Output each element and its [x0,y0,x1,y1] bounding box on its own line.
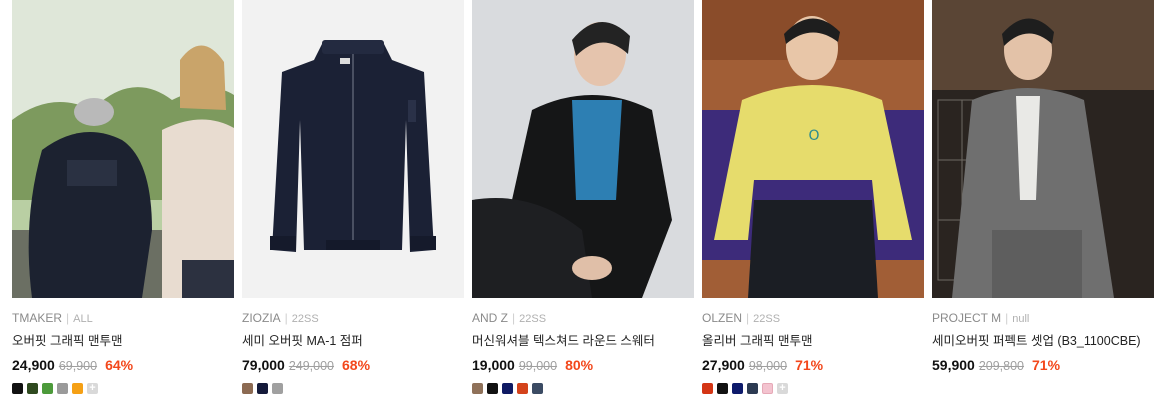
product-card[interactable]: TMAKER | ALL 오버핏 그래픽 맨투맨 24,900 69,900 64% + [12,0,234,412]
color-swatches [472,383,694,394]
brand-name[interactable]: ZIOZIA [242,311,281,325]
sale-price: 24,900 [12,357,55,373]
product-card[interactable]: PROJECT M | null 세미오버핏 퍼펙트 셋업 (B3_1100CBE)… [932,0,1154,412]
original-price: 98,000 [748,359,788,373]
brand-name[interactable]: PROJECT M [932,311,1001,325]
photo-model-gray-suit-icon [932,0,1154,298]
product-image[interactable]: O [702,0,924,298]
color-swatch[interactable] [27,383,38,394]
product-name[interactable]: 세미오버핏 퍼펙트 셋업 (B3_1100CBE) [932,334,1154,349]
color-swatch[interactable] [532,383,543,394]
product-image[interactable] [242,0,464,298]
color-swatches [242,383,464,394]
separator: | [746,311,750,325]
color-swatch[interactable] [517,383,528,394]
discount-rate: 80% [565,357,594,373]
color-swatch[interactable] [257,383,268,394]
color-swatch[interactable] [472,383,483,394]
separator: | [284,311,288,325]
more-colors-icon[interactable]: + [777,383,788,394]
brand-line: OLZEN | 22SS [702,311,924,326]
product-card[interactable]: O OLZEN | 22SS 올리버 그래픽 맨투맨 27,900 98,000 71%… [702,0,924,412]
product-card[interactable]: ZIOZIA | 22SS 세미 오버핏 MA-1 점퍼 79,000 249,000… [242,0,464,412]
season-tag: ALL [73,313,93,325]
color-swatch[interactable] [702,383,713,394]
sale-price: 79,000 [242,357,285,373]
sale-price: 27,900 [702,357,745,373]
discount-rate: 71% [795,357,824,373]
brand-line: TMAKER | ALL [12,311,234,326]
price-line: 79,000 249,000 68% [242,357,464,374]
brand-name[interactable]: OLZEN [702,311,742,325]
product-card[interactable]: AND Z | 22SS 머신워셔블 텍스쳐드 라운드 스웨터 19,000 99,0… [472,0,694,412]
color-swatch[interactable] [502,383,513,394]
brand-line: PROJECT M | null [932,311,1154,326]
brand-line: AND Z | 22SS [472,311,694,326]
color-swatch[interactable] [732,383,743,394]
product-grid: TMAKER | ALL 오버핏 그래픽 맨투맨 24,900 69,900 64% + [0,0,1161,412]
original-price: 69,900 [58,359,98,373]
product-name[interactable]: 세미 오버핏 MA-1 점퍼 [242,334,464,349]
color-swatch[interactable] [42,383,53,394]
photo-navy-ma1-jacket-icon [242,0,464,298]
season-tag: 22SS [519,313,547,325]
color-swatch[interactable] [717,383,728,394]
photo-model-black-leather-jacket-icon [472,0,694,298]
season-tag: 22SS [291,313,319,325]
color-swatch[interactable] [487,383,498,394]
original-price: 99,000 [518,359,558,373]
price-line: 24,900 69,900 64% [12,357,234,374]
sale-price: 59,900 [932,357,975,373]
color-swatch[interactable] [272,383,283,394]
color-swatch[interactable] [72,383,83,394]
original-price: 249,000 [288,359,335,373]
photo-model-yellow-sweatshirt-icon: O [702,0,924,298]
original-price: 209,800 [978,359,1025,373]
season-tag: 22SS [753,313,781,325]
svg-text:O: O [808,128,819,144]
photo-two-models-sweatshirts-icon [12,0,234,298]
color-swatches: + [12,383,234,394]
brand-name[interactable]: TMAKER [12,311,62,325]
discount-rate: 64% [105,357,134,373]
color-swatch[interactable] [12,383,23,394]
price-line: 59,900 209,800 71% [932,357,1154,374]
product-name[interactable]: 머신워셔블 텍스쳐드 라운드 스웨터 [472,334,694,349]
brand-name[interactable]: AND Z [472,311,508,325]
product-image[interactable] [932,0,1154,298]
price-line: 19,000 99,000 80% [472,357,694,374]
discount-rate: 68% [342,357,371,373]
color-swatch[interactable] [242,383,253,394]
sale-price: 19,000 [472,357,515,373]
more-colors-icon[interactable]: + [87,383,98,394]
separator: | [512,311,516,325]
product-image[interactable] [12,0,234,298]
price-line: 27,900 98,000 71% [702,357,924,374]
product-image[interactable] [472,0,694,298]
color-swatches: + [702,383,924,394]
season-tag: null [1012,313,1030,325]
product-name[interactable]: 올리버 그래픽 맨투맨 [702,334,924,349]
color-swatch[interactable] [747,383,758,394]
product-name[interactable]: 오버핏 그래픽 맨투맨 [12,334,234,349]
color-swatch[interactable] [57,383,68,394]
discount-rate: 71% [1032,357,1061,373]
brand-line: ZIOZIA | 22SS [242,311,464,326]
separator: | [66,311,70,325]
separator: | [1005,311,1009,325]
color-swatch[interactable] [762,383,773,394]
